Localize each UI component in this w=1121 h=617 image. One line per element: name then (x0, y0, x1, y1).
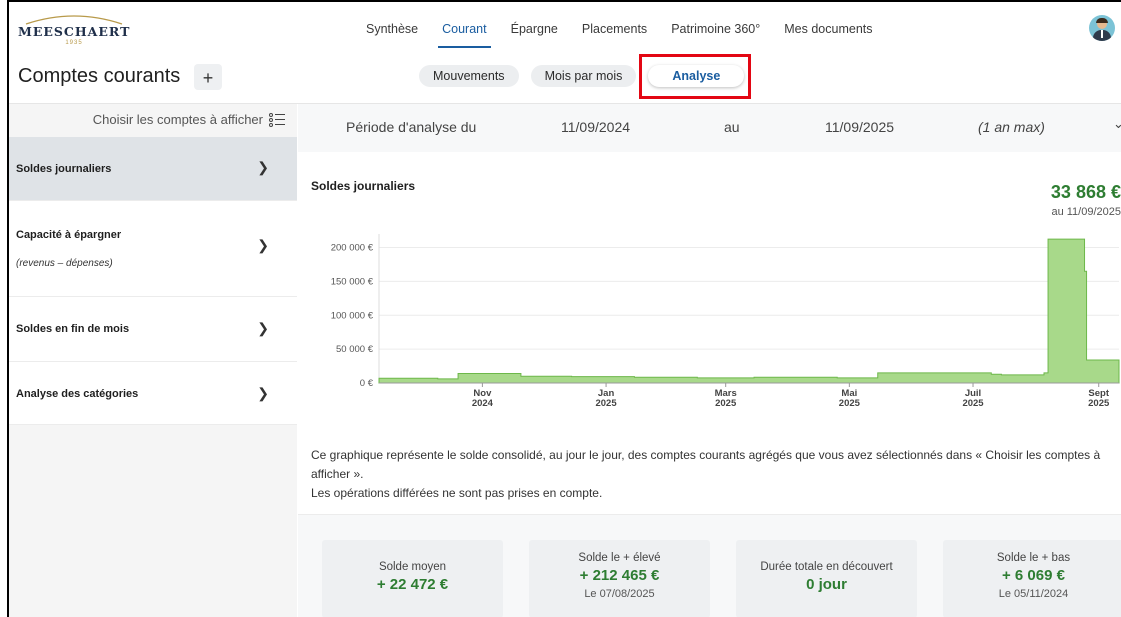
logo-year: 1935 (65, 40, 83, 46)
current-balance-date: au 11/09/2025 (1051, 206, 1121, 218)
y-tick-label: 150 000 € (331, 276, 374, 287)
avatar-hair (1096, 18, 1108, 23)
y-tick-label: 100 000 € (331, 310, 374, 321)
nav-mes-documents[interactable]: Mes documents (772, 22, 884, 48)
stat-date: Le 07/08/2025 (584, 588, 655, 600)
current-balance: 33 868 € (1050, 182, 1121, 202)
chevron-right-icon: ❯ (257, 237, 269, 253)
period-end-date[interactable]: 11/09/2025 (825, 119, 894, 135)
nav-courant[interactable]: Courant (430, 22, 498, 48)
page-title: Comptes courants (18, 65, 181, 87)
app-window: MEESCHAERT 1935 Synthèse Courant Épargne… (7, 0, 1121, 617)
description-line-2: Les opérations différées ne sont pas pri… (311, 486, 603, 500)
stat-card-overdraft: Durée totale en découvert 0 jour (736, 540, 917, 617)
sidebar-item-label: Capacité à épargner (16, 229, 122, 241)
stat-card-average: Solde moyen + 22 472 € (322, 540, 503, 617)
period-note: (1 an max) (978, 119, 1045, 135)
balance-area-series (378, 238, 1120, 384)
y-tick-label: 200 000 € (331, 243, 374, 254)
stat-value: 0 jour (806, 576, 847, 593)
x-tick-year: 2025 (715, 398, 737, 409)
stat-label: Solde le + élevé (578, 552, 661, 564)
x-tick-year: 2025 (962, 398, 984, 409)
daily-balance-chart: 0 €50 000 €100 000 €150 000 €200 000 €No… (331, 234, 1120, 409)
period-selector[interactable]: Période d'analyse du 11/09/2024 au 11/09… (298, 104, 1121, 152)
nav-patrimoine-360[interactable]: Patrimoine 360° (659, 22, 772, 48)
avatar-tie (1101, 30, 1103, 38)
chart-title: Soldes journaliers (311, 179, 416, 193)
chevron-down-icon[interactable]: ⌄ (1113, 116, 1121, 132)
stat-card-highest: Solde le + élevé + 212 465 € Le 07/08/20… (529, 540, 710, 617)
annotation-highlight-box (639, 54, 751, 99)
nav-epargne[interactable]: Épargne (499, 22, 570, 48)
x-tick-year: 2025 (1088, 398, 1110, 409)
user-avatar[interactable] (1089, 15, 1115, 41)
chevron-right-icon: ❯ (257, 159, 269, 175)
stat-value: + 212 465 € (579, 567, 660, 584)
stat-card-lowest: Solde le + bas + 6 069 € Le 05/11/2024 (943, 540, 1121, 617)
period-separator: au (724, 119, 740, 135)
add-account-button[interactable]: + (194, 64, 222, 90)
y-tick-label: 0 € (360, 378, 374, 389)
sidebar: Choisir les comptes à afficher Soldes jo… (9, 104, 297, 617)
meeschaert-logo[interactable]: MEESCHAERT 1935 (18, 12, 130, 48)
chevron-right-icon: ❯ (257, 320, 269, 336)
sidebar-item-capacite-epargner[interactable]: Capacité à épargner (revenus – dépenses)… (9, 201, 297, 297)
sidebar-item-label: Analyse des catégories (16, 388, 139, 400)
x-tick-year: 2025 (839, 398, 861, 409)
y-tick-label: 50 000 € (336, 344, 374, 355)
tab-mouvements[interactable]: Mouvements (419, 65, 519, 87)
tab-mois-par-mois[interactable]: Mois par mois (530, 65, 637, 87)
period-label: Période d'analyse du (346, 119, 477, 135)
sidebar-item-soldes-journaliers[interactable]: Soldes journaliers ❯ (9, 137, 297, 201)
x-tick-year: 2024 (472, 398, 494, 409)
chart-description: Ce graphique représente le solde consoli… (311, 446, 1121, 503)
sidebar-item-analyse-categories[interactable]: Analyse des catégories ❯ (9, 362, 297, 425)
description-line-1: Ce graphique représente le solde consoli… (311, 448, 1101, 481)
stat-label: Durée totale en découvert (760, 561, 893, 573)
logo-text: MEESCHAERT (18, 24, 131, 39)
period-start-date[interactable]: 11/09/2024 (561, 119, 630, 135)
nav-synthese[interactable]: Synthèse (354, 22, 430, 48)
sidebar-item-label: Soldes en fin de mois (16, 323, 130, 335)
list-filter-icon (269, 112, 285, 127)
sidebar-item-sublabel: (revenus – dépenses) (16, 258, 113, 269)
chevron-right-icon: ❯ (257, 385, 269, 401)
choose-accounts-label: Choisir les comptes à afficher (92, 112, 263, 127)
stat-label: Solde moyen (378, 561, 447, 573)
main-nav: Synthèse Courant Épargne Placements Patr… (354, 22, 885, 48)
choose-accounts-button[interactable]: Choisir les comptes à afficher (93, 112, 285, 127)
nav-placements[interactable]: Placements (570, 22, 659, 48)
top-navigation-bar: MEESCHAERT 1935 Synthèse Courant Épargne… (9, 2, 1121, 54)
stat-date: Le 05/11/2024 (998, 588, 1069, 600)
stat-label: Solde le + bas (996, 552, 1071, 564)
sidebar-item-label: Soldes journaliers (16, 163, 112, 175)
sidebar-item-soldes-fin-mois[interactable]: Soldes en fin de mois ❯ (9, 297, 297, 362)
x-tick-year: 2025 (595, 398, 617, 409)
stat-value: + 6 069 € (1002, 567, 1065, 584)
stat-value: + 22 472 € (376, 576, 449, 593)
